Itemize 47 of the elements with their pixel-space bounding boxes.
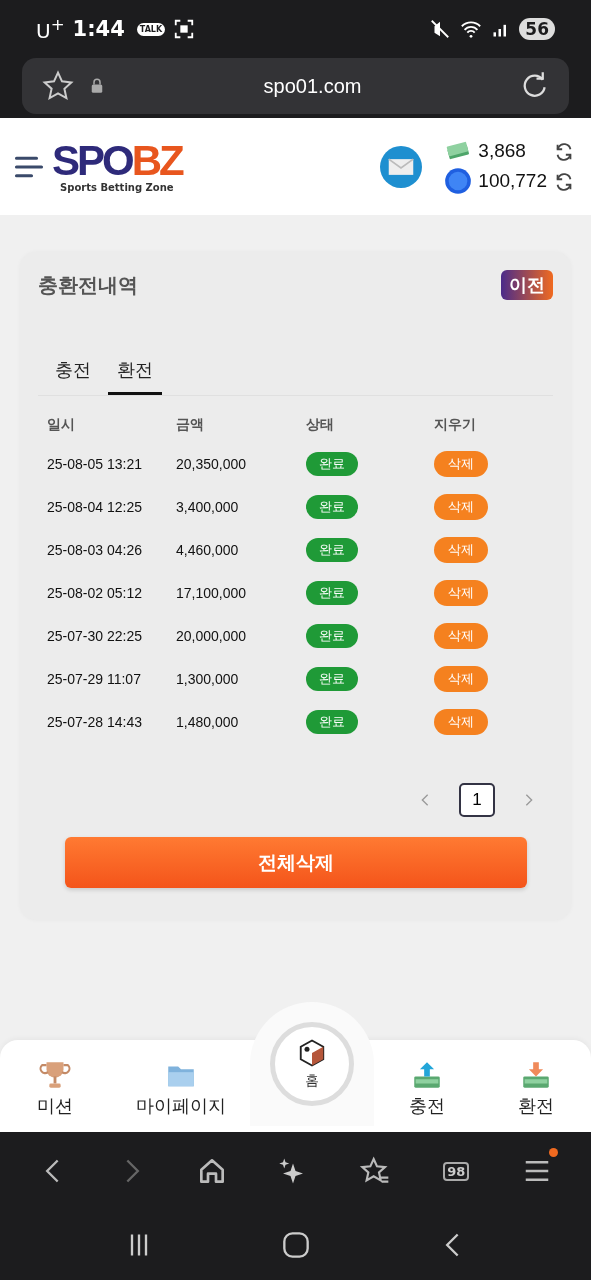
amount-cell-text: 4,460,000 [176,542,240,558]
tab-count[interactable]: 98 [443,1161,470,1181]
mute-icon [429,18,452,40]
date-cell-text: 25-08-04 12:25 [47,499,143,515]
amount-cell-text: 1,300,000 [176,671,240,687]
site-logo[interactable]: SPOBZ Sports Betting Zone [52,140,182,193]
column-header: 지우기 [434,416,477,434]
amount-cell-text: 20,350,000 [176,456,248,472]
status-badge: 완료 [306,495,358,519]
battery-level: 56 [519,18,555,40]
status-badge: 완료 [306,624,358,648]
nav-item[interactable]: 충전 [372,1040,482,1132]
amount-cell-text: 3,400,000 [176,499,240,515]
card-title: 충환전내역 [38,271,138,299]
amount-cell-text: 1,480,000 [176,714,240,730]
amount-cell-text: 17,100,000 [176,585,248,601]
column-header: 상태 [306,416,335,434]
tab[interactable]: 충전 [46,350,100,395]
mail-icon [380,145,423,188]
balance-amount: 3,868 [478,139,526,162]
home-button-icon [281,1231,310,1259]
back-button[interactable]: 이전 [501,270,553,300]
column-header: 일시 [47,416,76,434]
status-badge: 완료 [306,710,358,734]
carrier-label: U$^{+}$ [36,15,65,43]
date-cell-text: 25-08-05 13:21 [47,456,143,472]
date-cell-text: 25-07-30 22:25 [47,628,143,644]
amount-cell-text: 20,000,000 [176,628,248,644]
home-nav-button[interactable]: 홈 [269,1022,354,1106]
bookmark-star-icon [42,70,74,102]
status-badge: 완료 [306,538,358,562]
date-cell-text: 25-07-29 11:07 [47,671,142,687]
clock-time: 1:44 [72,17,125,41]
status-badge: 완료 [306,452,358,476]
tab[interactable]: 환전 [108,350,162,395]
status-badge: 완료 [306,667,358,691]
date-cell-text: 25-08-02 05:12 [47,585,143,601]
points-amount: 100,772 [478,169,547,192]
nav-item[interactable]: 미션 [0,1040,110,1132]
date-cell-text: 25-07-28 14:43 [47,714,143,730]
status-badge: 완료 [306,581,358,605]
nav-item[interactable]: 환전 [481,1040,591,1132]
page-button[interactable]: 1 [459,783,495,817]
chat-notification-icon: TALK [136,22,166,36]
date-cell-text: 25-08-03 04:26 [47,542,143,558]
screenshot-icon [173,18,196,40]
column-header: 금액 [176,416,205,434]
